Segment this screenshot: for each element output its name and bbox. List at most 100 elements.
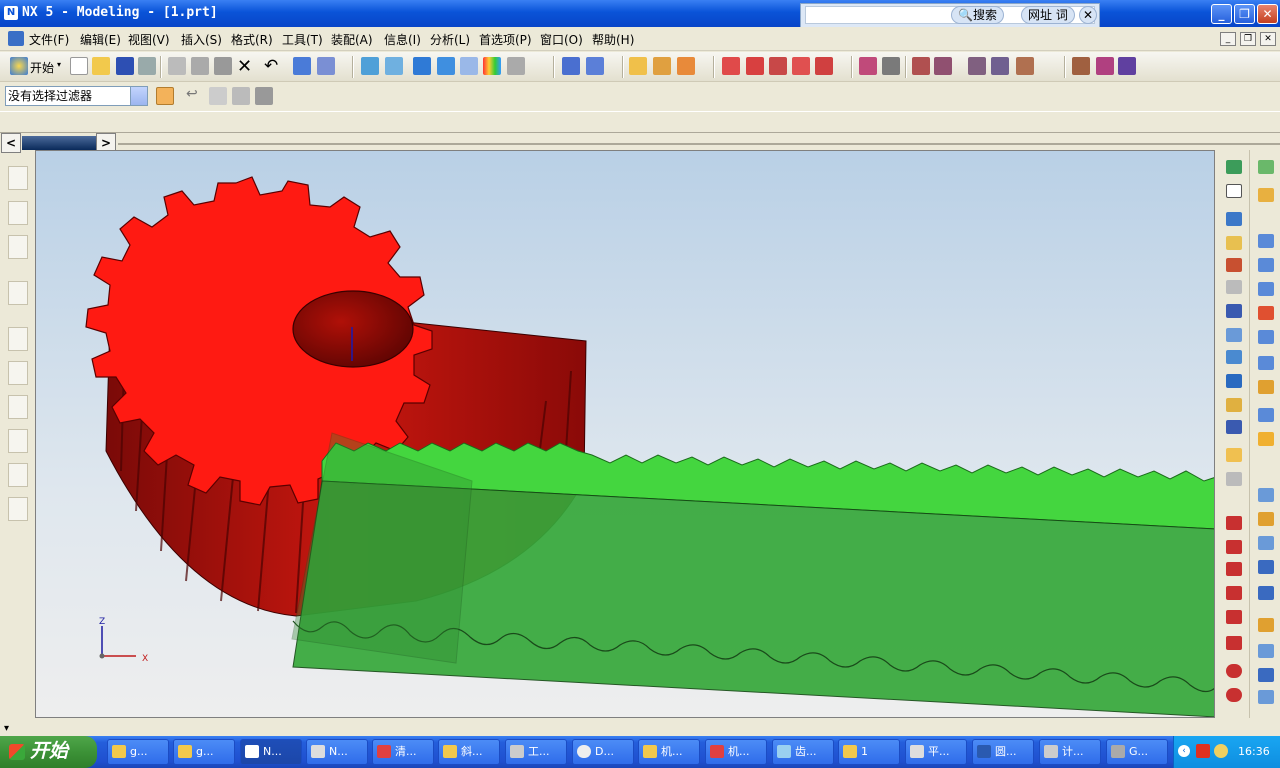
snap-point-icon[interactable] — [232, 87, 250, 105]
taskbar-button[interactable]: 机... — [638, 739, 700, 765]
ellipse-icon[interactable] — [1226, 688, 1242, 702]
sketch-feature-icon[interactable] — [1226, 160, 1242, 174]
open-folder-icon[interactable] — [92, 57, 110, 75]
view-trimetric-icon[interactable] — [1258, 668, 1274, 682]
taskbar-button[interactable]: g... — [173, 739, 235, 765]
edge-blend-icon[interactable] — [1226, 448, 1242, 462]
surface-icon[interactable] — [1258, 160, 1274, 174]
sew-icon[interactable] — [1258, 188, 1274, 202]
taskbar-button[interactable]: 工... — [505, 739, 567, 765]
line-icon[interactable] — [1226, 516, 1242, 530]
hole-icon[interactable] — [1226, 258, 1242, 272]
menu-tools[interactable]: 工具(T) — [282, 31, 323, 48]
n-sided-icon[interactable] — [1258, 306, 1274, 320]
fit-icon[interactable] — [385, 57, 403, 75]
start-button[interactable]: 开始 — [0, 736, 97, 768]
taskbar-button[interactable]: 齿... — [772, 739, 834, 765]
menu-format[interactable]: 格式(R) — [231, 31, 273, 48]
pocket-icon[interactable] — [1226, 304, 1242, 318]
taskbar-button[interactable]: 平... — [905, 739, 967, 765]
menu-window[interactable]: 窗口(O) — [540, 31, 583, 48]
eraser-icon[interactable] — [209, 87, 227, 105]
trim-icon[interactable] — [815, 57, 833, 75]
maximize-button[interactable]: ❐ — [1234, 4, 1255, 24]
snap-icon[interactable] — [317, 57, 335, 75]
taskbar-button-active[interactable]: N... — [240, 739, 302, 765]
taskbar-button[interactable]: 圆... — [972, 739, 1034, 765]
sogou-icon[interactable] — [1196, 744, 1210, 758]
clock[interactable]: 16:36 — [1238, 745, 1270, 758]
search-button[interactable]: 🔍搜索 — [951, 6, 1004, 24]
view-right-icon[interactable] — [1258, 560, 1274, 574]
shaded-edges-icon[interactable] — [437, 57, 455, 75]
datum-icon[interactable] — [1226, 184, 1242, 198]
project-icon[interactable] — [934, 57, 952, 75]
view-back-icon[interactable] — [1258, 644, 1274, 658]
palette-icon[interactable] — [8, 395, 28, 419]
transform-icon[interactable] — [1072, 57, 1090, 75]
slot-icon[interactable] — [1226, 350, 1242, 364]
intersect-icon[interactable] — [968, 57, 986, 75]
chevron-left-icon[interactable]: ‹ — [1178, 745, 1190, 757]
cut-icon[interactable] — [168, 57, 186, 75]
start-button[interactable]: 开始 — [30, 59, 54, 76]
taskbar-button[interactable]: 机... — [705, 739, 767, 765]
graphics-window[interactable]: Z X — [35, 150, 1215, 718]
color-icon[interactable] — [483, 57, 501, 75]
extract-icon[interactable] — [1016, 57, 1034, 75]
unite-icon[interactable] — [1226, 420, 1242, 434]
paste-icon[interactable] — [214, 57, 232, 75]
through-mesh-icon[interactable] — [1258, 258, 1274, 272]
menu-file[interactable]: 文件(F) — [29, 31, 69, 48]
corner-icon[interactable] — [792, 57, 810, 75]
search-widget-close-button[interactable]: ✕ — [1079, 6, 1098, 24]
pattern-icon[interactable] — [1096, 57, 1114, 75]
refresh-icon[interactable] — [361, 57, 379, 75]
chevron-down-icon[interactable] — [130, 87, 147, 105]
bridge-icon[interactable] — [991, 57, 1009, 75]
minimize-button[interactable]: _ — [1211, 4, 1232, 24]
mirror-icon[interactable] — [1118, 57, 1136, 75]
view-left-icon[interactable] — [1258, 586, 1274, 600]
offset-icon[interactable] — [912, 57, 930, 75]
menu-edit[interactable]: 编辑(E) — [80, 31, 121, 48]
taskbar-button[interactable]: G... — [1106, 739, 1168, 765]
taskbar-button[interactable]: N... — [306, 739, 368, 765]
constraint-navigator-icon[interactable] — [8, 201, 28, 225]
taskbar-button[interactable]: D... — [572, 739, 634, 765]
menu-insert[interactable]: 插入(S) — [181, 31, 222, 48]
trim-body-icon[interactable] — [1258, 408, 1274, 422]
menu-assemblies[interactable]: 装配(A) — [331, 31, 373, 48]
assembly-navigator-icon[interactable] — [8, 166, 28, 190]
start-dropdown-icon[interactable]: ▾ — [57, 60, 61, 69]
history-icon[interactable] — [8, 327, 28, 351]
type-filter-select[interactable]: 没有选择过滤器 — [5, 86, 148, 106]
view-top-icon[interactable] — [1258, 536, 1274, 550]
taskbar-button[interactable]: 计... — [1039, 739, 1101, 765]
feature-icon[interactable] — [255, 87, 273, 105]
arc-icon[interactable] — [1226, 540, 1242, 554]
view-iso-icon[interactable] — [1258, 512, 1274, 526]
view-dimetric-icon[interactable] — [1258, 690, 1274, 704]
edit-object-icon[interactable] — [293, 57, 311, 75]
taskbar-button[interactable]: g... — [107, 739, 169, 765]
extrude-feature-icon[interactable] — [1226, 212, 1242, 226]
system-materials-icon[interactable] — [8, 361, 28, 385]
curve-icon[interactable] — [722, 57, 740, 75]
point-set-icon[interactable] — [1226, 562, 1242, 576]
menu-analysis[interactable]: 分析(L) — [430, 31, 470, 48]
copy-icon[interactable] — [191, 57, 209, 75]
circle-icon[interactable] — [1226, 664, 1242, 678]
boss-icon[interactable] — [1226, 280, 1242, 294]
close-button[interactable]: ✕ — [1257, 4, 1278, 24]
save-icon[interactable] — [116, 57, 134, 75]
through-curves-icon[interactable] — [1258, 234, 1274, 248]
reuse-library-icon[interactable] — [8, 281, 28, 305]
new-file-icon[interactable] — [70, 57, 88, 75]
menu-preferences[interactable]: 首选项(P) — [479, 31, 532, 48]
mdi-close-button[interactable]: ✕ — [1260, 32, 1276, 46]
menu-help[interactable]: 帮助(H) — [592, 31, 634, 48]
layer-icon[interactable] — [507, 57, 525, 75]
undo-icon[interactable]: ↶ — [264, 56, 278, 76]
pad-icon[interactable] — [1226, 328, 1242, 342]
